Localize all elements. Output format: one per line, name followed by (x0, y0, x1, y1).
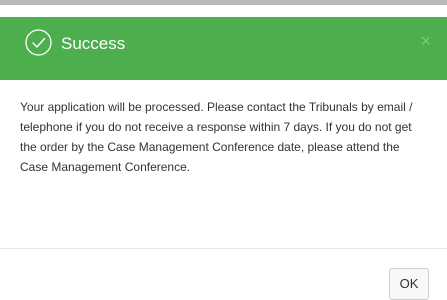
dialog-header: Success × (0, 17, 447, 80)
check-circle-icon (25, 29, 52, 56)
close-icon[interactable]: × (420, 32, 431, 50)
success-dialog: Success × Your application will be proce… (0, 5, 447, 300)
footer-divider (0, 248, 447, 249)
dialog-message: Your application will be processed. Plea… (20, 100, 413, 174)
ok-button[interactable]: OK (389, 268, 429, 300)
dialog-title: Success (61, 34, 126, 53)
